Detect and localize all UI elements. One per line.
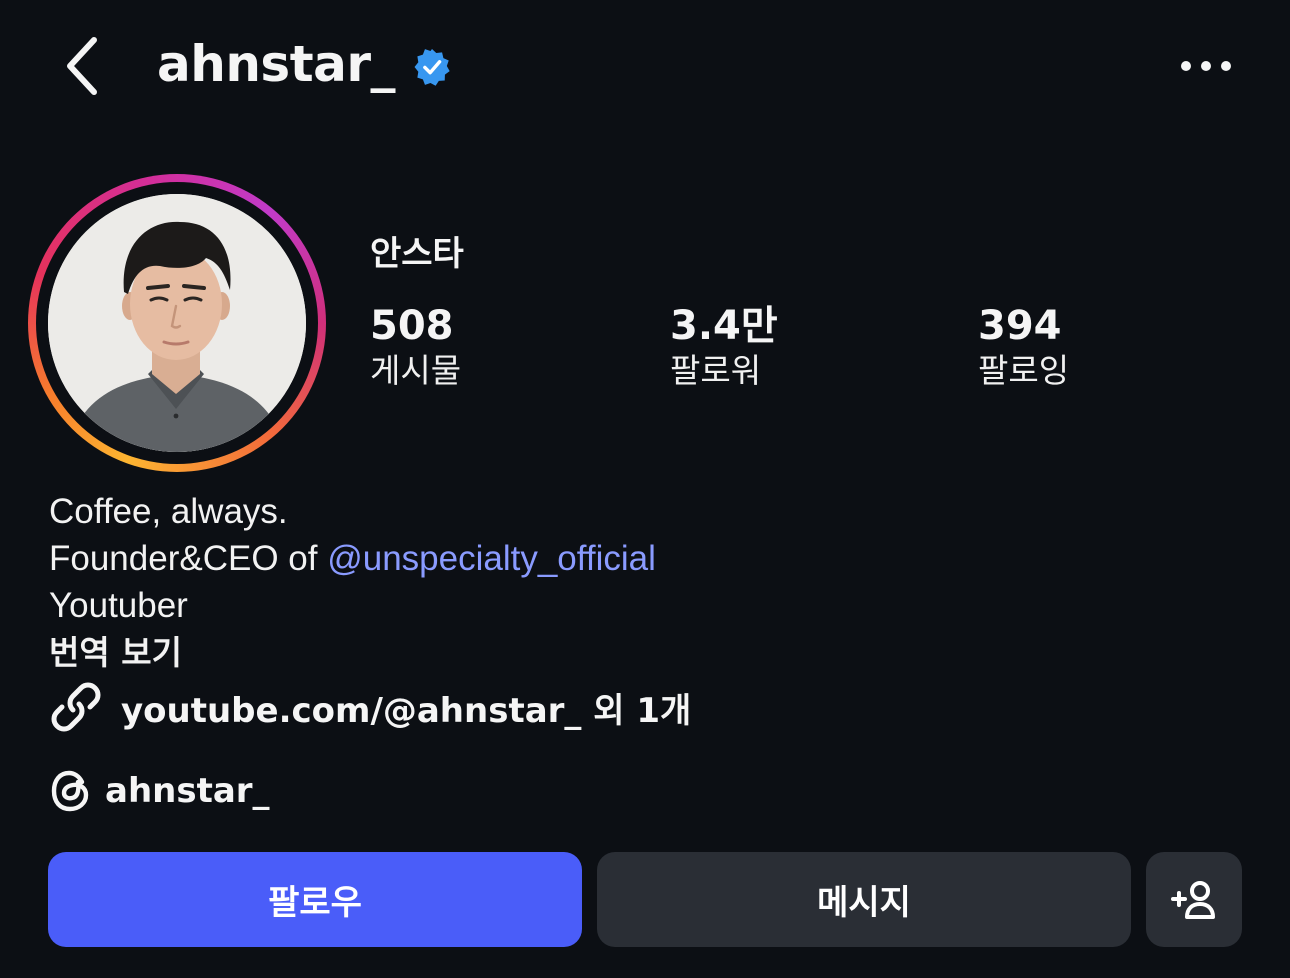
threads-icon (51, 770, 89, 812)
avatar (48, 194, 306, 452)
follow-button-label: 팔로우 (268, 883, 362, 923)
verified-badge-icon (414, 48, 450, 86)
message-button[interactable]: 메시지 (597, 852, 1131, 947)
threads-badge[interactable]: ahnstar_ (49, 768, 270, 814)
header-title: ahnstar_ (157, 35, 451, 93)
bio-line: Youtuber (49, 586, 188, 625)
bio-line: Coffee, always. (49, 492, 288, 531)
follow-button[interactable]: 팔로우 (48, 852, 582, 947)
username: ahnstar_ (157, 35, 396, 93)
external-link[interactable]: youtube.com/@ahnstar_ 외 1개 (49, 680, 691, 734)
threads-username: ahnstar_ (105, 771, 270, 811)
message-button-label: 메시지 (817, 883, 911, 923)
stat-followers-value: 3.4만 (670, 303, 778, 349)
stat-followers[interactable]: 3.4만 팔로워 (670, 302, 778, 392)
mention-link[interactable]: @unspecialty_official (327, 539, 656, 578)
external-link-text: youtube.com/@ahnstar_ 외 1개 (121, 690, 692, 731)
more-horizontal-icon (1181, 61, 1231, 71)
stat-following-value: 394 (978, 303, 1062, 349)
add-person-icon (1171, 880, 1215, 919)
translate-link[interactable]: 번역 보기 (49, 629, 656, 676)
bio: Coffee, always. Founder&CEO of @unspecia… (49, 488, 656, 676)
profile-photo (48, 194, 306, 452)
chevron-left-icon (67, 37, 97, 95)
bio-line: Founder&CEO of @unspecialty_official (49, 535, 656, 582)
link-icon (51, 682, 101, 732)
stat-posts-label: 게시물 (370, 351, 462, 390)
stat-following[interactable]: 394 팔로잉 (978, 302, 1069, 392)
back-button[interactable] (52, 28, 112, 104)
more-options-button[interactable] (1176, 46, 1236, 86)
profile-avatar-story-ring[interactable] (28, 174, 326, 472)
stat-posts[interactable]: 508 게시물 (370, 302, 461, 392)
stat-following-label: 팔로잉 (978, 351, 1070, 390)
bio-founder-text: Founder&CEO of (49, 539, 328, 578)
stat-followers-label: 팔로워 (670, 351, 762, 390)
display-name: 안스타 (370, 234, 464, 274)
suggested-accounts-button[interactable] (1146, 852, 1242, 947)
stat-posts-value: 508 (370, 303, 454, 349)
